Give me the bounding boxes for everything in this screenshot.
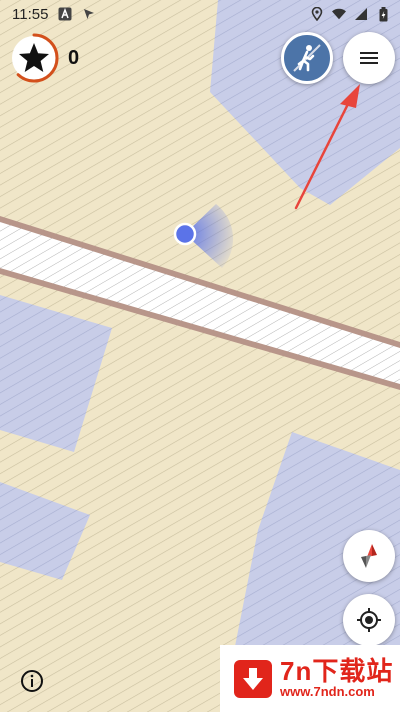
battery-icon xyxy=(376,6,390,21)
score-widget[interactable]: 0 xyxy=(8,30,79,86)
location-pin-icon xyxy=(310,7,324,21)
menu-button[interactable] xyxy=(343,32,395,84)
wifi-icon xyxy=(332,7,346,21)
crosshair-locate-icon xyxy=(357,608,381,632)
download-arrow-icon xyxy=(234,659,272,698)
signal-icon xyxy=(354,7,368,21)
info-icon xyxy=(21,670,43,692)
cursor-icon xyxy=(82,7,96,21)
compass-icon xyxy=(361,544,377,568)
status-bar: 11:55 xyxy=(0,0,400,28)
watermark-url: www.7ndn.com xyxy=(280,684,375,700)
locate-me-button[interactable] xyxy=(343,594,395,646)
map-canvas[interactable] xyxy=(0,0,400,712)
status-time: 11:55 xyxy=(12,5,49,23)
watermark-title: 7n下载站 xyxy=(280,656,394,687)
user-location-dot xyxy=(173,222,197,246)
watermark: 7n下载站 www.7ndn.com xyxy=(220,645,400,712)
score-badge[interactable] xyxy=(8,32,60,84)
keyboard-a-icon xyxy=(58,7,72,21)
info-button[interactable] xyxy=(20,669,44,693)
compass-button[interactable] xyxy=(343,530,395,582)
score-count: 0 xyxy=(68,46,80,69)
hamburger-menu-icon xyxy=(360,52,378,64)
activity-mode-button[interactable] xyxy=(281,32,333,84)
walking-person-icon xyxy=(293,44,321,72)
